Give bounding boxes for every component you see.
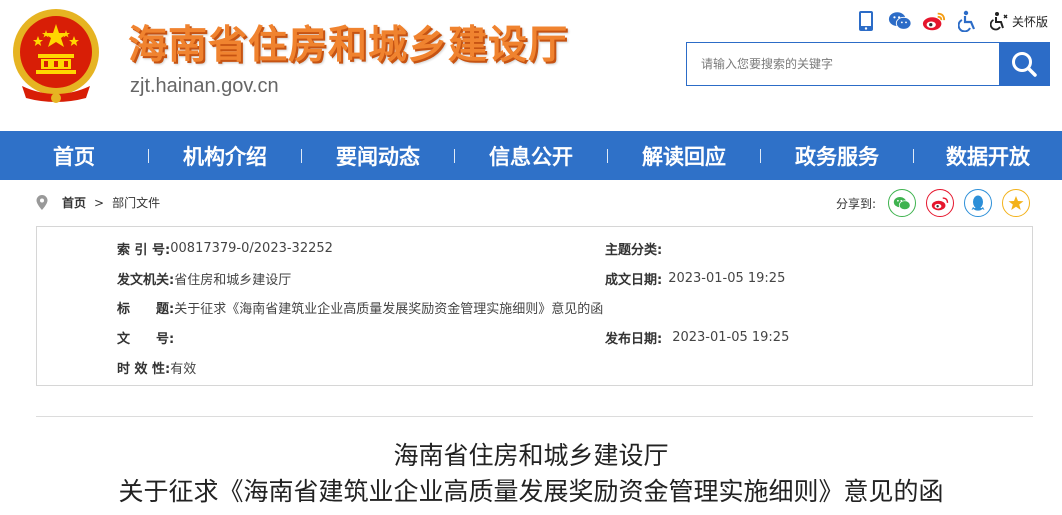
wechat-icon[interactable] [888,9,912,33]
content-divider [36,416,1033,417]
title-label: 标 题: [117,302,175,317]
nav-item-services[interactable]: 政务服务 [761,141,913,171]
topic-label: 主题分类: [605,243,663,258]
main-nav: 首页 机构介绍 要闻动态 信息公开 解读回应 政务服务 数据开放 [0,131,1062,180]
share-weibo-button[interactable] [926,189,954,217]
site-title[interactable]: 海南省住房和城乡建设厅 [128,14,568,70]
index-no-label: 索 引 号: [117,243,171,258]
info-validity-row: 时 效 性: 有效 [117,358,196,377]
issuer-value: 省住房和城乡建设厅 [174,273,292,288]
info-topic-row: 主题分类: [605,239,662,258]
search-button[interactable] [999,43,1049,85]
issuer-label: 发文机关: [117,273,175,288]
info-issuer-row: 发文机关: 省住房和城乡建设厅 [117,269,291,288]
care-mode-label: 关怀版 [1011,14,1048,29]
weibo-icon[interactable] [922,9,946,33]
breadcrumb-home[interactable]: 首页 [62,194,86,211]
share-label: 分享到: [835,196,876,211]
published-date-value: 2023-01-05 19:25 [672,330,790,345]
share-wechat-button[interactable] [888,189,916,217]
nav-item-about[interactable]: 机构介绍 [149,141,301,171]
wechat-icon [893,196,911,210]
validity-value: 有效 [170,362,197,377]
created-date-label: 成文日期: [605,273,663,288]
site-domain: zjt.hainan.gov.cn [130,75,279,97]
share-qq-button[interactable] [964,189,992,217]
nav-item-open-data[interactable]: 数据开放 [914,141,1062,171]
info-created-row: 成文日期: 2023-01-05 19:25 [605,269,785,288]
index-no-value: 00817379-0/2023-32252 [170,241,333,256]
article-title-line1: 海南省住房和城乡建设厅 [393,441,669,470]
star-icon [1008,196,1024,210]
nav-item-interpretation[interactable]: 解读回应 [608,141,760,171]
info-title-row: 标 题: 关于征求《海南省建筑业企业高质量发展奖励资金管理实施细则》意见的函 [117,298,603,317]
location-pin-icon [36,195,48,210]
national-emblem-icon [13,9,99,103]
nav-item-disclosure[interactable]: 信息公开 [455,141,607,171]
share-bar: 分享到: [836,189,1030,217]
breadcrumb-current[interactable]: 部门文件 [112,194,160,211]
info-index-row: 索 引 号: 00817379-0/2023-32252 [117,239,333,258]
share-qzone-button[interactable] [1002,189,1030,217]
title-value: 关于征求《海南省建筑业企业高质量发展奖励资金管理实施细则》意见的函 [174,302,604,317]
nav-item-news[interactable]: 要闻动态 [302,141,454,171]
mobile-icon[interactable] [854,9,878,33]
info-docno-row: 文 号: [117,328,174,347]
info-published-row: 发布日期: 2023-01-05 19:25 [605,328,789,347]
site-header: 海南省住房和城乡建设厅 zjt.hainan.gov.cn 关怀版 [0,0,1062,131]
search-box [686,42,1050,86]
breadcrumb: 首页 > 部门文件 [36,194,160,211]
care-mode-icon [989,12,1008,31]
care-mode-button[interactable]: 关怀版 [989,11,1048,31]
doc-no-label: 文 号: [117,332,175,347]
created-date-value: 2023-01-05 19:25 [668,271,786,286]
validity-label: 时 效 性: [117,362,171,377]
accessibility-icon[interactable] [956,9,980,33]
article-title-line2: 关于征求《海南省建筑业企业高质量发展奖励资金管理实施细则》意见的函 [118,477,944,506]
qq-icon [971,195,985,211]
published-date-label: 发布日期: [605,332,663,347]
weibo-icon [931,196,949,210]
search-input[interactable] [687,43,999,85]
document-info-panel: 索 引 号: 00817379-0/2023-32252 主题分类: 发文机关:… [36,226,1033,386]
nav-item-home[interactable]: 首页 [0,141,148,171]
search-icon [1012,52,1037,77]
breadcrumb-separator: > [94,195,105,210]
header-tools: 关怀版 [854,9,1048,33]
